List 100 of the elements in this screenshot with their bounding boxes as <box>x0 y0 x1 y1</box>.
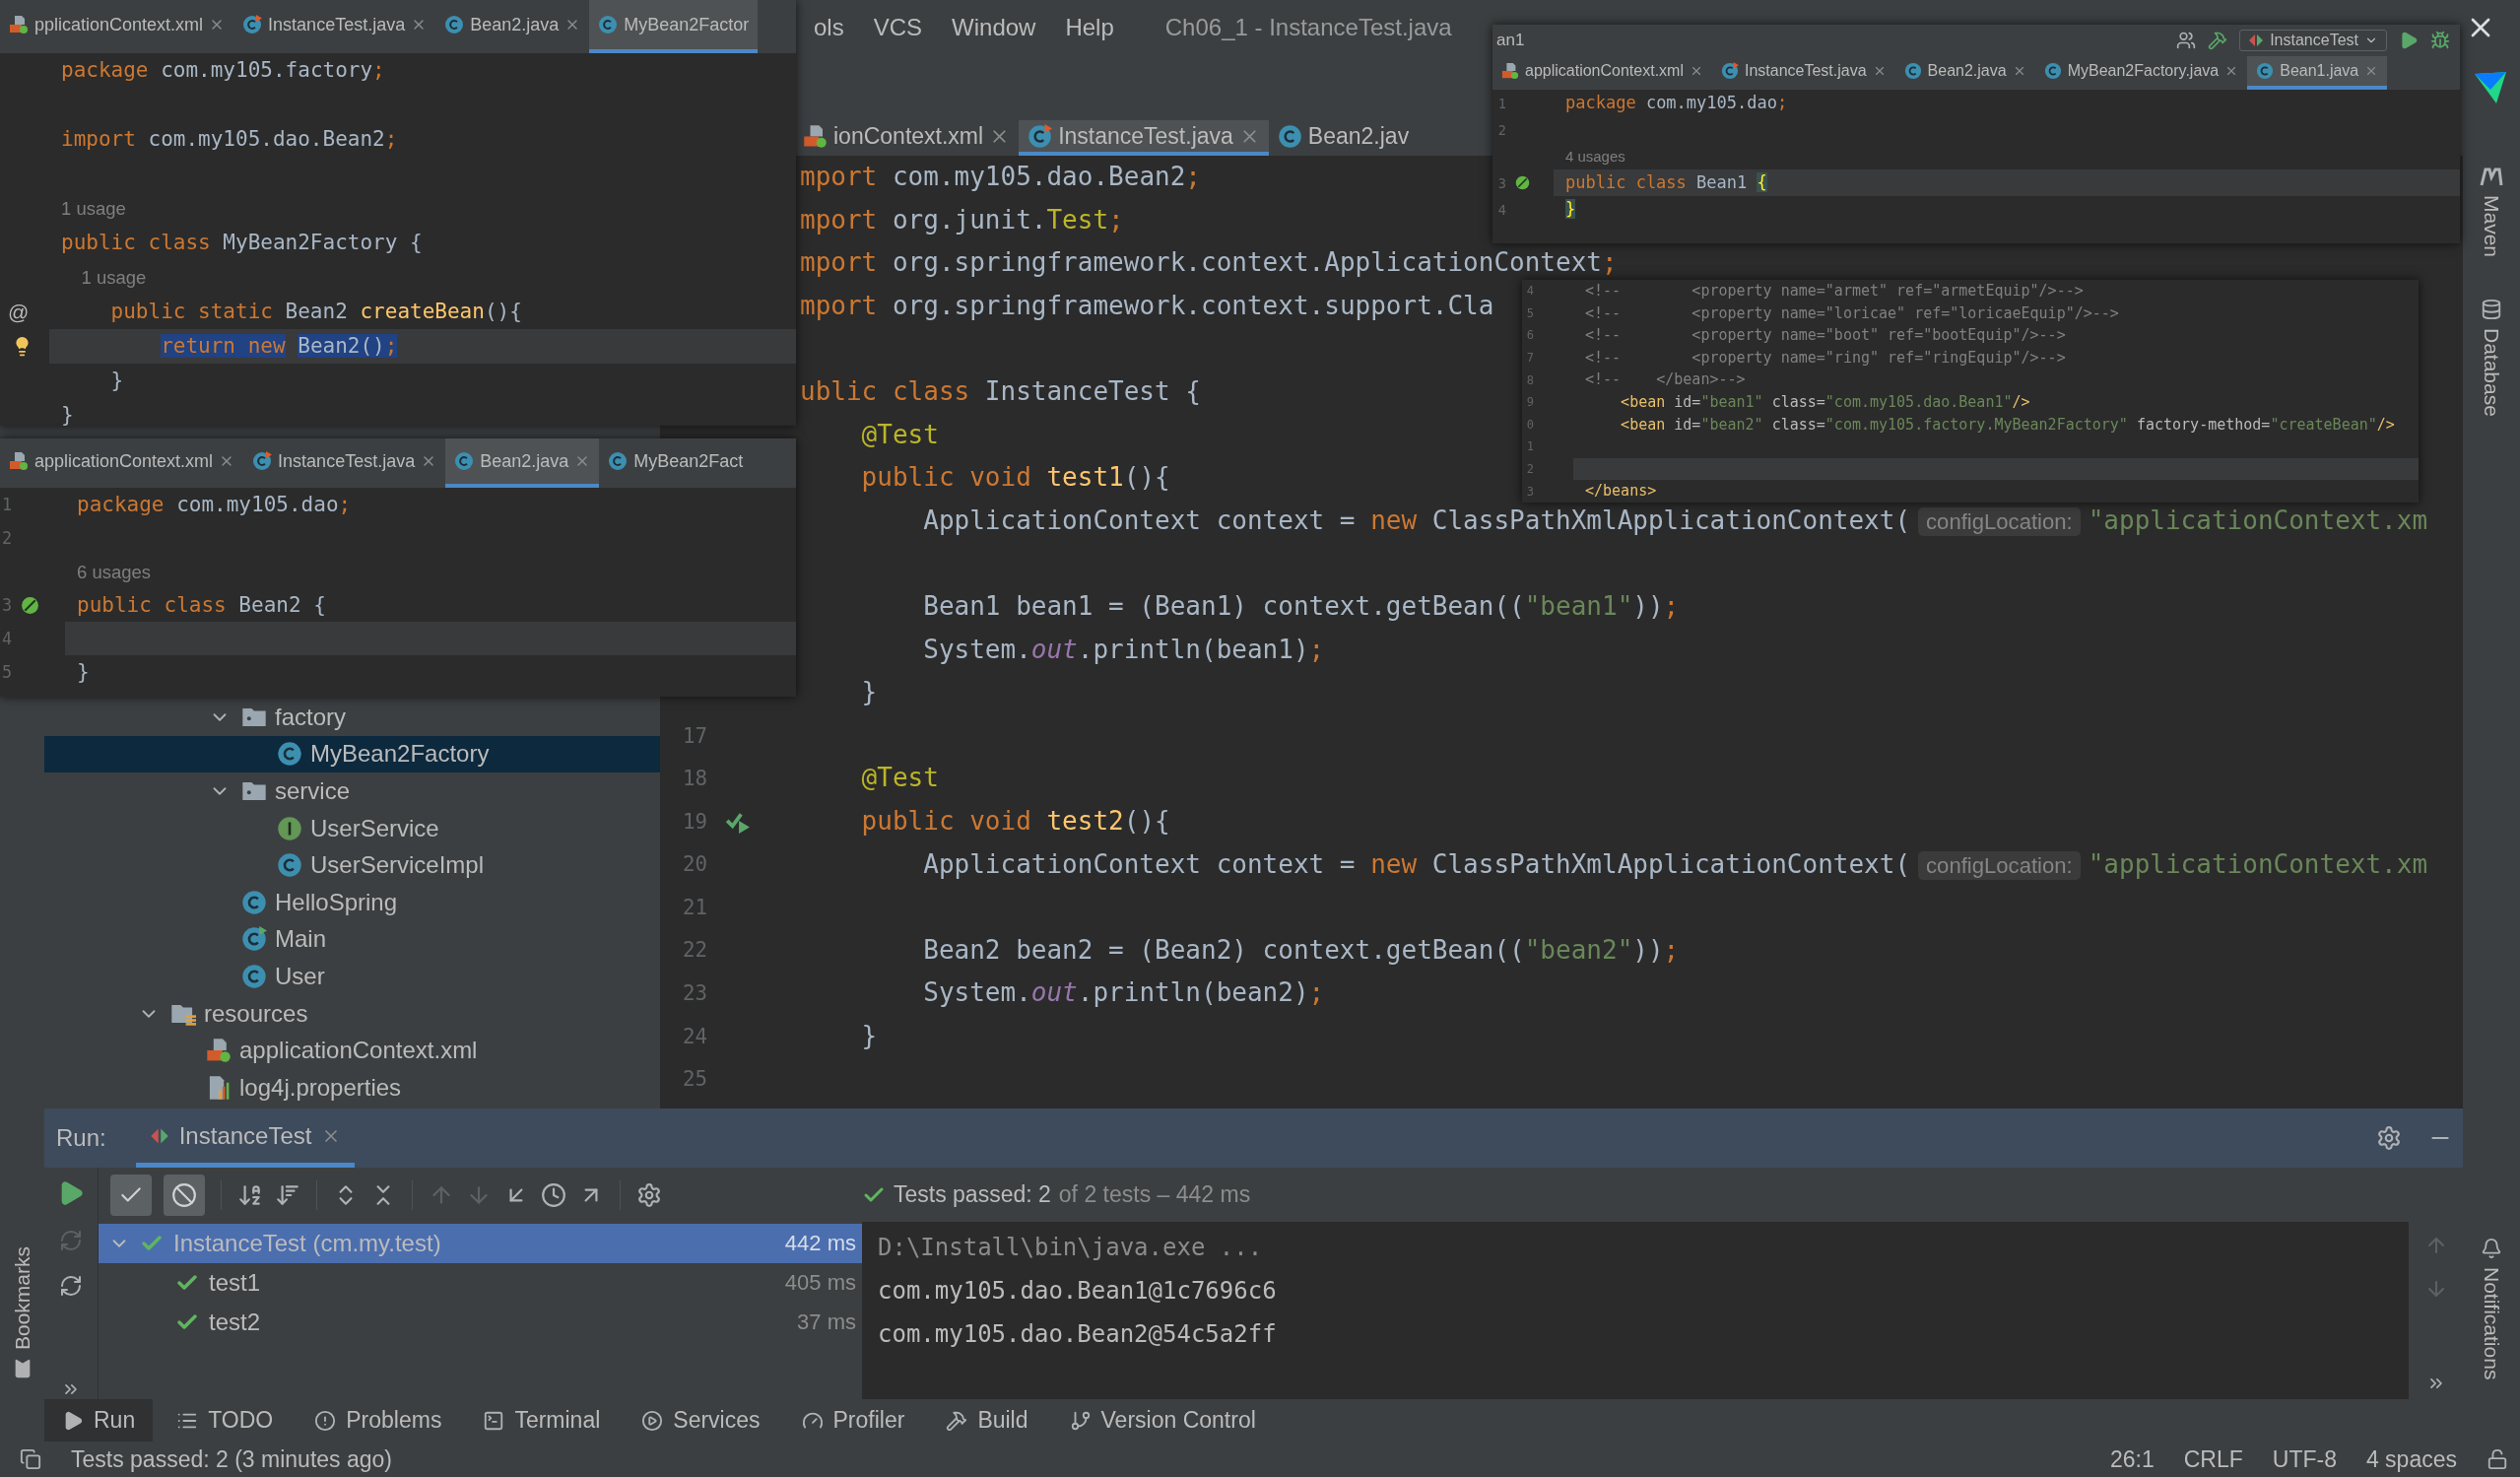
line-number: 25 <box>681 1067 707 1092</box>
editor-tab[interactable]: pplicationContext.xml <box>0 0 234 53</box>
test-item[interactable]: test1 405 ms <box>99 1263 862 1303</box>
code-line: public class Bean2 { <box>76 592 327 619</box>
tree-item[interactable]: factory <box>44 699 660 736</box>
status-message: Tests passed: 2 (3 minutes ago) <box>71 1445 392 1473</box>
tree-item[interactable]: service <box>44 772 660 810</box>
tool-window-tab[interactable]: TODO <box>159 1399 292 1442</box>
editor-tab[interactable]: MyBean2Factor <box>589 0 759 53</box>
panel-title: Run: <box>56 1124 106 1152</box>
hammer-icon[interactable] <box>2208 31 2228 50</box>
console-line: com.my105.dao.Bean1@1c7696c6 <box>878 1276 1278 1307</box>
debug-icon[interactable] <box>2430 31 2450 50</box>
test-class-icon <box>252 451 273 471</box>
tree-item[interactable]: Main <box>44 920 660 959</box>
code-line: <!-- <property name="ring" ref="ringEquip"/>--> <box>1584 347 2067 369</box>
settings-icon[interactable] <box>636 1181 662 1208</box>
test-duration: 405 ms <box>784 1270 856 1296</box>
tool-window-tab[interactable]: Version Control <box>1051 1399 1274 1442</box>
class-icon <box>454 451 475 471</box>
class-icon <box>241 889 267 915</box>
code-line: mport org.junit.Test; <box>799 203 1124 236</box>
editor-tab[interactable]: Bean2.java <box>1894 56 2035 90</box>
toggle-panels-icon[interactable] <box>20 1448 41 1470</box>
line-number: 6 <box>1525 328 1534 343</box>
line-number: 5 <box>1525 305 1534 320</box>
status-item[interactable]: 26:1 <box>2109 1445 2155 1473</box>
tool-window-tab[interactable]: Profiler <box>783 1399 923 1442</box>
code-line: mport com.my105.dao.Bean2; <box>799 161 1201 193</box>
menu-item[interactable]: ols <box>814 13 844 41</box>
tool-window-button[interactable]: Notifications <box>2480 1231 2503 1385</box>
code-line: @Test <box>860 762 939 795</box>
line-number: 18 <box>681 767 707 791</box>
editor-tab[interactable]: applicationContext.xml <box>0 438 244 488</box>
run-configuration-tab[interactable]: InstanceTest <box>135 1108 356 1168</box>
bean-icon[interactable] <box>1514 174 1531 191</box>
class-icon <box>277 852 302 879</box>
code-line: public void test2(){ <box>860 804 1170 838</box>
test-item[interactable]: InstanceTest (cm.my.test) 442 ms <box>99 1224 862 1263</box>
tool-window-tab[interactable]: Run <box>44 1399 154 1442</box>
lock-icon[interactable] <box>2487 1448 2508 1470</box>
menu-item[interactable]: VCS <box>873 13 923 41</box>
line-number: 3 <box>0 595 12 615</box>
editor-tab[interactable]: Bean2.java <box>435 0 590 53</box>
tool-window-button[interactable]: Bookmarks <box>10 1240 34 1385</box>
editor-tab[interactable]: ionContext.xml <box>794 120 1020 156</box>
code-line: } <box>860 676 878 709</box>
tool-window-tab[interactable]: Problems <box>297 1399 460 1442</box>
line-number: 19 <box>681 809 707 834</box>
line-number: 2 <box>1525 462 1534 477</box>
code-line: <!-- <property name="boot" ref="bootEquip"/>--> <box>1584 325 2067 347</box>
tool-window-button[interactable]: Maven <box>2480 160 2503 264</box>
code-line: 1 usage <box>80 266 148 290</box>
tool-window-tab[interactable]: Terminal <box>465 1399 619 1442</box>
status-item[interactable]: CRLF <box>2183 1445 2243 1473</box>
editor-tab[interactable]: Bean2.java <box>445 438 600 488</box>
tree-item[interactable]: resources <box>44 994 660 1033</box>
window-title: an1 <box>1496 31 1525 50</box>
editor-tab[interactable]: MyBean2Factory.java <box>2034 56 2248 90</box>
tool-window-button[interactable]: Database <box>2480 293 2503 423</box>
tree-item[interactable]: User <box>44 958 660 995</box>
history-icon[interactable] <box>541 1181 566 1208</box>
code-line: public void test1(){ <box>860 461 1170 495</box>
show-passed-toggle[interactable] <box>110 1174 152 1216</box>
code-line: <!-- </bean>--> <box>1584 369 1747 391</box>
editor-tab[interactable]: Bean2.jav <box>1268 120 1419 156</box>
show-ignored-toggle[interactable] <box>164 1174 205 1216</box>
status-item[interactable]: UTF-8 <box>2272 1445 2337 1473</box>
tree-item[interactable]: UserService <box>44 809 660 847</box>
tree-item[interactable]: log4j.properties <box>44 1068 660 1107</box>
settings-icon[interactable] <box>2376 1125 2402 1151</box>
editor-tab[interactable]: InstanceTest.java <box>233 0 436 53</box>
tool-window-tab[interactable]: Build <box>928 1399 1046 1442</box>
editor-tab[interactable]: Bean1.java <box>2247 56 2388 90</box>
tree-item[interactable]: MyBean2Factory <box>44 735 660 773</box>
editor-tab[interactable]: InstanceTest.java <box>1711 56 1895 90</box>
menu-item[interactable]: Help <box>1065 13 1114 41</box>
bean-icon[interactable] <box>20 594 40 616</box>
test-item[interactable]: test2 37 ms <box>99 1303 862 1342</box>
class-icon <box>1277 123 1302 149</box>
test-class-icon <box>1720 62 1739 80</box>
editor-tab[interactable]: InstanceTest.java <box>243 438 446 488</box>
editor-tab[interactable]: applicationContext.xml <box>1492 56 1712 90</box>
status-item[interactable]: 4 spaces <box>2365 1445 2457 1473</box>
toggle-auto-test-icon[interactable] <box>59 1274 83 1298</box>
editor-tab[interactable]: MyBean2Fact <box>599 438 753 488</box>
run-configuration-dropdown[interactable]: InstanceTest <box>2239 30 2387 51</box>
editor-tab[interactable]: InstanceTest.java <box>1019 120 1269 156</box>
tree-item[interactable]: applicationContext.xml <box>44 1032 660 1069</box>
menu-item[interactable]: Window <box>952 13 1036 41</box>
code-line: import com.my105.dao.Bean2; <box>60 126 399 153</box>
run-icon[interactable] <box>2399 31 2419 50</box>
tool-window-tab[interactable]: Services <box>624 1399 778 1442</box>
gutter-mark[interactable]: @ <box>8 300 30 324</box>
code-line: @Test <box>860 418 939 451</box>
tree-item[interactable]: HelloSpring <box>44 883 660 921</box>
tree-item[interactable]: UserServiceImpl <box>44 846 660 884</box>
test-config-icon <box>2248 33 2265 48</box>
users-icon[interactable] <box>2176 31 2197 50</box>
line-number: 4 <box>1496 201 1506 218</box>
